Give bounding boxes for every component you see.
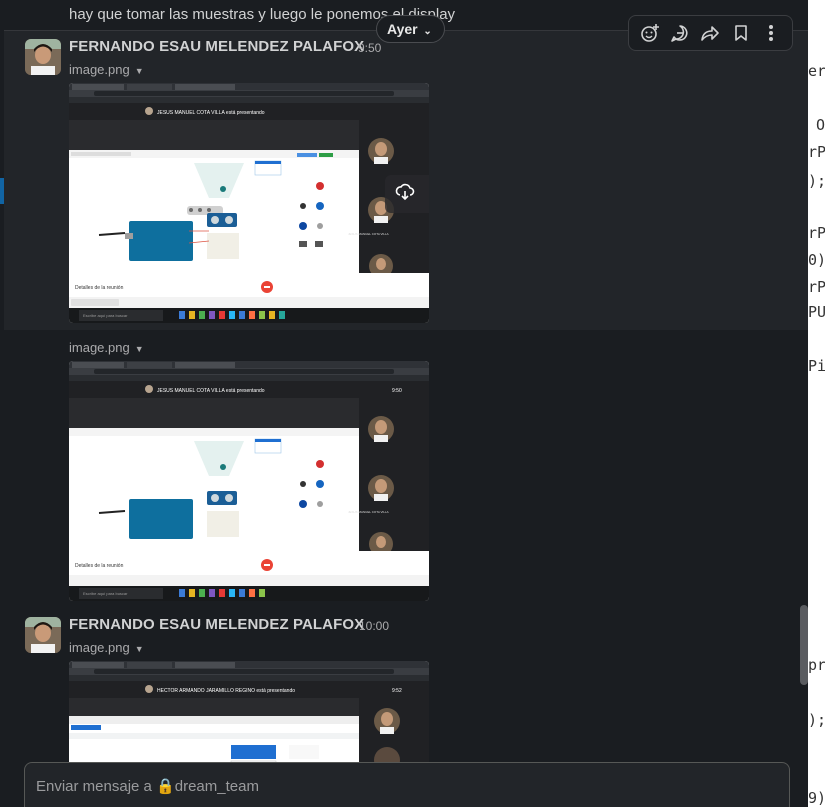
- sender-name[interactable]: FERNANDO ESAU MELENDEZ PALAFOX: [69, 616, 364, 633]
- background-code-window: er O rP ); rP 0) rP PU Pi pr ); 9): [808, 0, 825, 807]
- more-actions-icon[interactable]: [758, 20, 784, 46]
- image-toolbar: [385, 175, 429, 213]
- code-fragment: O: [816, 116, 825, 134]
- code-fragment: rP: [808, 224, 825, 242]
- meet-banner: HECTOR ARMANDO JARAMILLO REGINO está pre…: [157, 688, 295, 694]
- message-timestamp[interactable]: 9:50: [358, 41, 381, 55]
- message-timestamp[interactable]: 10:00: [359, 619, 389, 633]
- scrollbar-thumb[interactable]: [800, 605, 808, 685]
- image-attachment[interactable]: JESUS MANUEL COTA VILLA está presentando: [69, 83, 429, 323]
- chevron-down-icon[interactable]: ▼: [135, 344, 144, 354]
- message-actions-toolbar: [628, 15, 793, 51]
- avatar[interactable]: [25, 39, 61, 75]
- image-attachment[interactable]: JESUS MANUEL COTA VILLA está presentando…: [69, 361, 429, 601]
- add-reaction-icon[interactable]: [637, 20, 663, 46]
- code-fragment: 9): [808, 789, 825, 807]
- meeting-details: Detalles de la reunión: [75, 563, 124, 569]
- taskbar-search: Escribe aquí para buscar: [83, 313, 128, 318]
- code-fragment: );: [808, 711, 825, 729]
- code-fragment: Pi: [808, 357, 825, 375]
- taskbar-search: Escribe aquí para buscar: [83, 591, 128, 596]
- file-name[interactable]: image.png ▼: [69, 62, 144, 77]
- download-icon[interactable]: [395, 183, 415, 206]
- meet-clock: 9:52: [392, 688, 402, 694]
- code-fragment: rP: [808, 278, 825, 296]
- code-fragment: PU: [808, 303, 825, 321]
- chevron-down-icon: ⌄: [420, 26, 432, 37]
- code-fragment: rP: [808, 143, 825, 161]
- forward-icon[interactable]: [697, 20, 723, 46]
- meet-clock: 9:50: [392, 388, 402, 394]
- meet-banner: JESUS MANUEL COTA VILLA está presentando: [157, 110, 265, 116]
- date-label: Ayer: [387, 21, 418, 37]
- message-composer[interactable]: Enviar mensaje a 🔒dream_team: [24, 762, 790, 807]
- sender-name[interactable]: FERNANDO ESAU MELENDEZ PALAFOX: [69, 38, 364, 55]
- bookmark-icon[interactable]: [728, 20, 754, 46]
- meeting-details: Detalles de la reunión: [75, 285, 124, 291]
- participant-name: JESUS MANUEL COTA VILLA: [348, 510, 389, 514]
- message-pane: hay que tomar las muestras y luego le po…: [4, 0, 808, 807]
- file-name[interactable]: image.png ▼: [69, 640, 144, 655]
- participant-name: JESUS MANUEL COTA VILLA: [348, 232, 389, 236]
- code-fragment: pr: [808, 656, 825, 674]
- avatar[interactable]: [25, 617, 61, 653]
- reply-in-thread-icon[interactable]: [667, 20, 693, 46]
- date-divider-button[interactable]: Ayer ⌄: [376, 15, 445, 43]
- chevron-down-icon[interactable]: ▼: [135, 644, 144, 654]
- file-name[interactable]: image.png ▼: [69, 340, 144, 355]
- code-fragment: );: [808, 172, 825, 190]
- slack-window: hay que tomar las muestras y luego le po…: [0, 0, 825, 807]
- code-fragment: 0): [808, 251, 825, 269]
- chevron-down-icon[interactable]: ▼: [135, 66, 144, 76]
- composer-placeholder: Enviar mensaje a 🔒dream_team: [36, 778, 259, 795]
- meet-banner: JESUS MANUEL COTA VILLA está presentando: [157, 388, 265, 394]
- code-fragment: er: [808, 62, 825, 80]
